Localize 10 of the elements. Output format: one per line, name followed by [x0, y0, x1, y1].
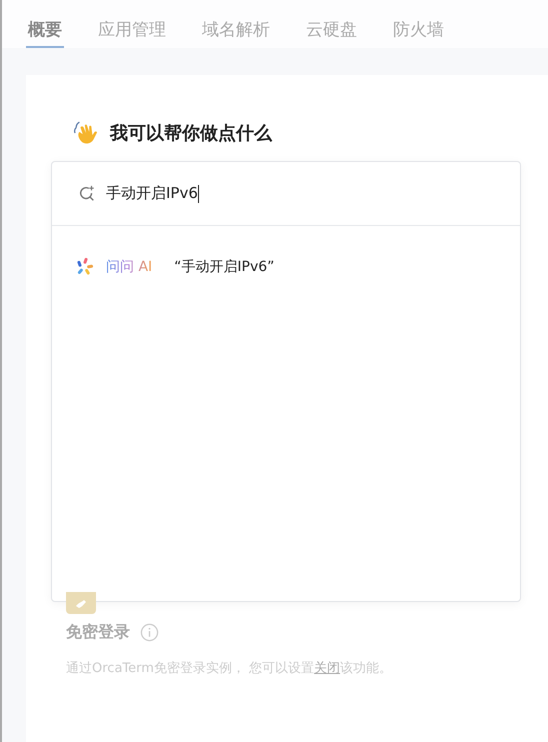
tab[interactable]: 概要	[26, 14, 64, 48]
feature-title: 免密登录	[66, 622, 130, 643]
tab[interactable]: 应用管理	[96, 14, 168, 48]
tab[interactable]: 域名解析	[200, 14, 272, 48]
tab[interactable]: 防火墙	[391, 14, 446, 48]
ask-ai-item[interactable]: 问问 AI “手动开启IPv6”	[52, 226, 520, 308]
assistant-heading: 我可以帮你做点什么	[110, 122, 272, 145]
tab[interactable]: 云硬盘	[304, 14, 359, 48]
close-link[interactable]: 关闭	[314, 661, 340, 676]
search-field[interactable]: 手动开启IPv6	[52, 162, 520, 226]
